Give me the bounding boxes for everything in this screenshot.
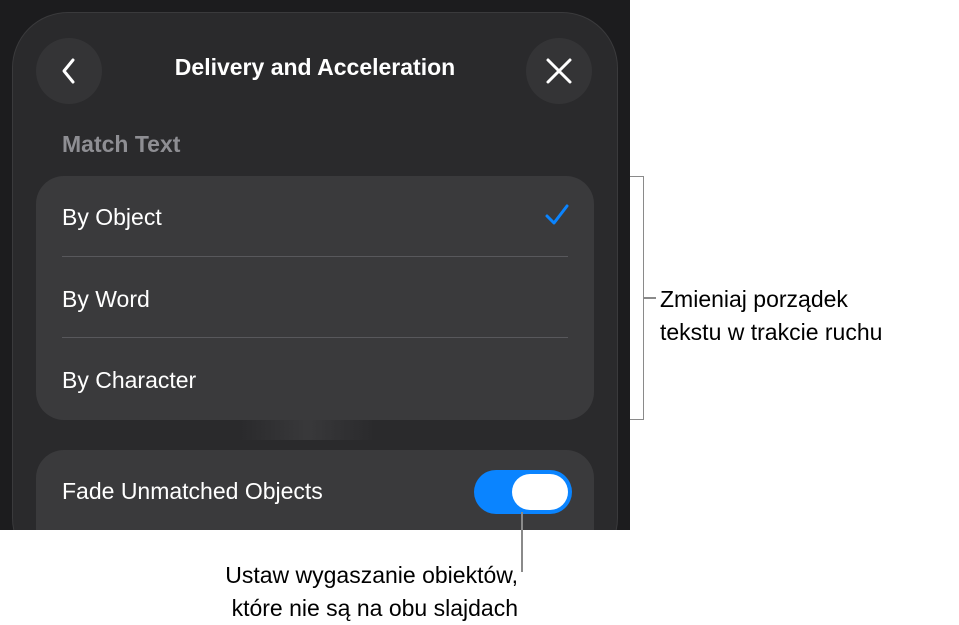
- callout-fade: Ustaw wygaszanie obiektów, które nie są …: [225, 559, 518, 625]
- option-by-character[interactable]: By Character: [36, 339, 594, 421]
- callout-bracket-tick: [644, 297, 656, 299]
- close-button[interactable]: [526, 38, 592, 104]
- chevron-left-icon: [62, 58, 75, 84]
- option-label: By Character: [62, 366, 197, 393]
- ghost-shadow: [240, 420, 375, 440]
- callout-line: tekstu w trakcie ruchu: [660, 319, 883, 345]
- page-title: Delivery and Acceleration: [174, 54, 456, 80]
- option-label: By Word: [62, 285, 150, 312]
- callout-match-text: Zmieniaj porządek tekstu w trakcie ruchu: [660, 283, 882, 349]
- callout-line: Ustaw wygaszanie obiektów,: [225, 562, 518, 588]
- section-label-match-text: Match Text: [62, 131, 181, 157]
- fade-unmatched-toggle[interactable]: [474, 470, 572, 514]
- option-label: By Object: [62, 203, 162, 230]
- close-icon: [546, 58, 572, 84]
- fade-unmatched-label: Fade Unmatched Objects: [62, 478, 323, 504]
- toggle-knob: [512, 474, 568, 510]
- fade-unmatched-row: Fade Unmatched Objects: [36, 450, 594, 530]
- callout-bracket: [630, 176, 644, 420]
- option-by-word[interactable]: By Word: [36, 258, 594, 340]
- match-text-options: By Object By Word By Character: [36, 176, 594, 420]
- divider: [62, 337, 568, 338]
- checkmark-icon: [545, 204, 569, 225]
- callout-leader-line: [521, 512, 523, 572]
- divider: [62, 256, 568, 257]
- app-screen: Delivery and Acceleration Match Text By …: [0, 0, 630, 530]
- option-by-object[interactable]: By Object: [36, 176, 594, 258]
- callout-line: które nie są na obu slajdach: [231, 595, 518, 621]
- back-button[interactable]: [36, 38, 102, 104]
- callout-line: Zmieniaj porządek: [660, 286, 848, 312]
